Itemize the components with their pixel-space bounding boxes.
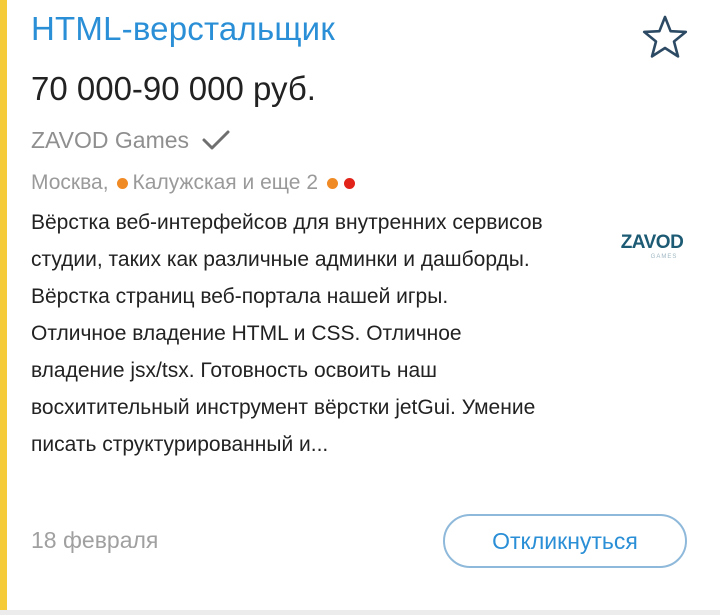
logo-sub-text: GAMES (651, 254, 678, 260)
favorite-star-icon[interactable] (640, 12, 690, 62)
metro-line-dot (116, 177, 128, 189)
company-name[interactable]: ZAVOD Games (31, 127, 189, 154)
location-city: Москва, (31, 171, 109, 194)
card-divider (0, 610, 720, 615)
respond-button[interactable]: Откликнуться (443, 514, 687, 568)
logo-main-text: ZAVOD (621, 232, 684, 253)
location-metro: Калужская и еще 2 (132, 171, 318, 194)
metro-line-dot (344, 177, 355, 189)
vacancy-salary: 70 000-90 000 руб. (31, 70, 316, 107)
metro-line-dot (327, 177, 338, 189)
vacancy-location: Москва, Калужская и еще 2 (31, 168, 355, 198)
vacancy-card[interactable]: HTML-верстальщик 70 000-90 000 руб. ZAVO… (0, 0, 720, 615)
description-paragraph: Вёрстка веб-интерфейсов для внутренних с… (31, 211, 543, 308)
description-paragraph: Отличное владение HTML и CSS. Отличное в… (31, 322, 536, 456)
card-accent-bar (0, 0, 7, 610)
company-row: ZAVOD Games (31, 125, 231, 155)
verified-check-icon (202, 130, 230, 150)
vacancy-description: Вёрстка веб-интерфейсов для внутренних с… (31, 204, 551, 463)
company-logo: ZAVOD GAMES (621, 232, 684, 260)
vacancy-date: 18 февраля (31, 527, 159, 553)
vacancy-title[interactable]: HTML-верстальщик (31, 10, 335, 48)
